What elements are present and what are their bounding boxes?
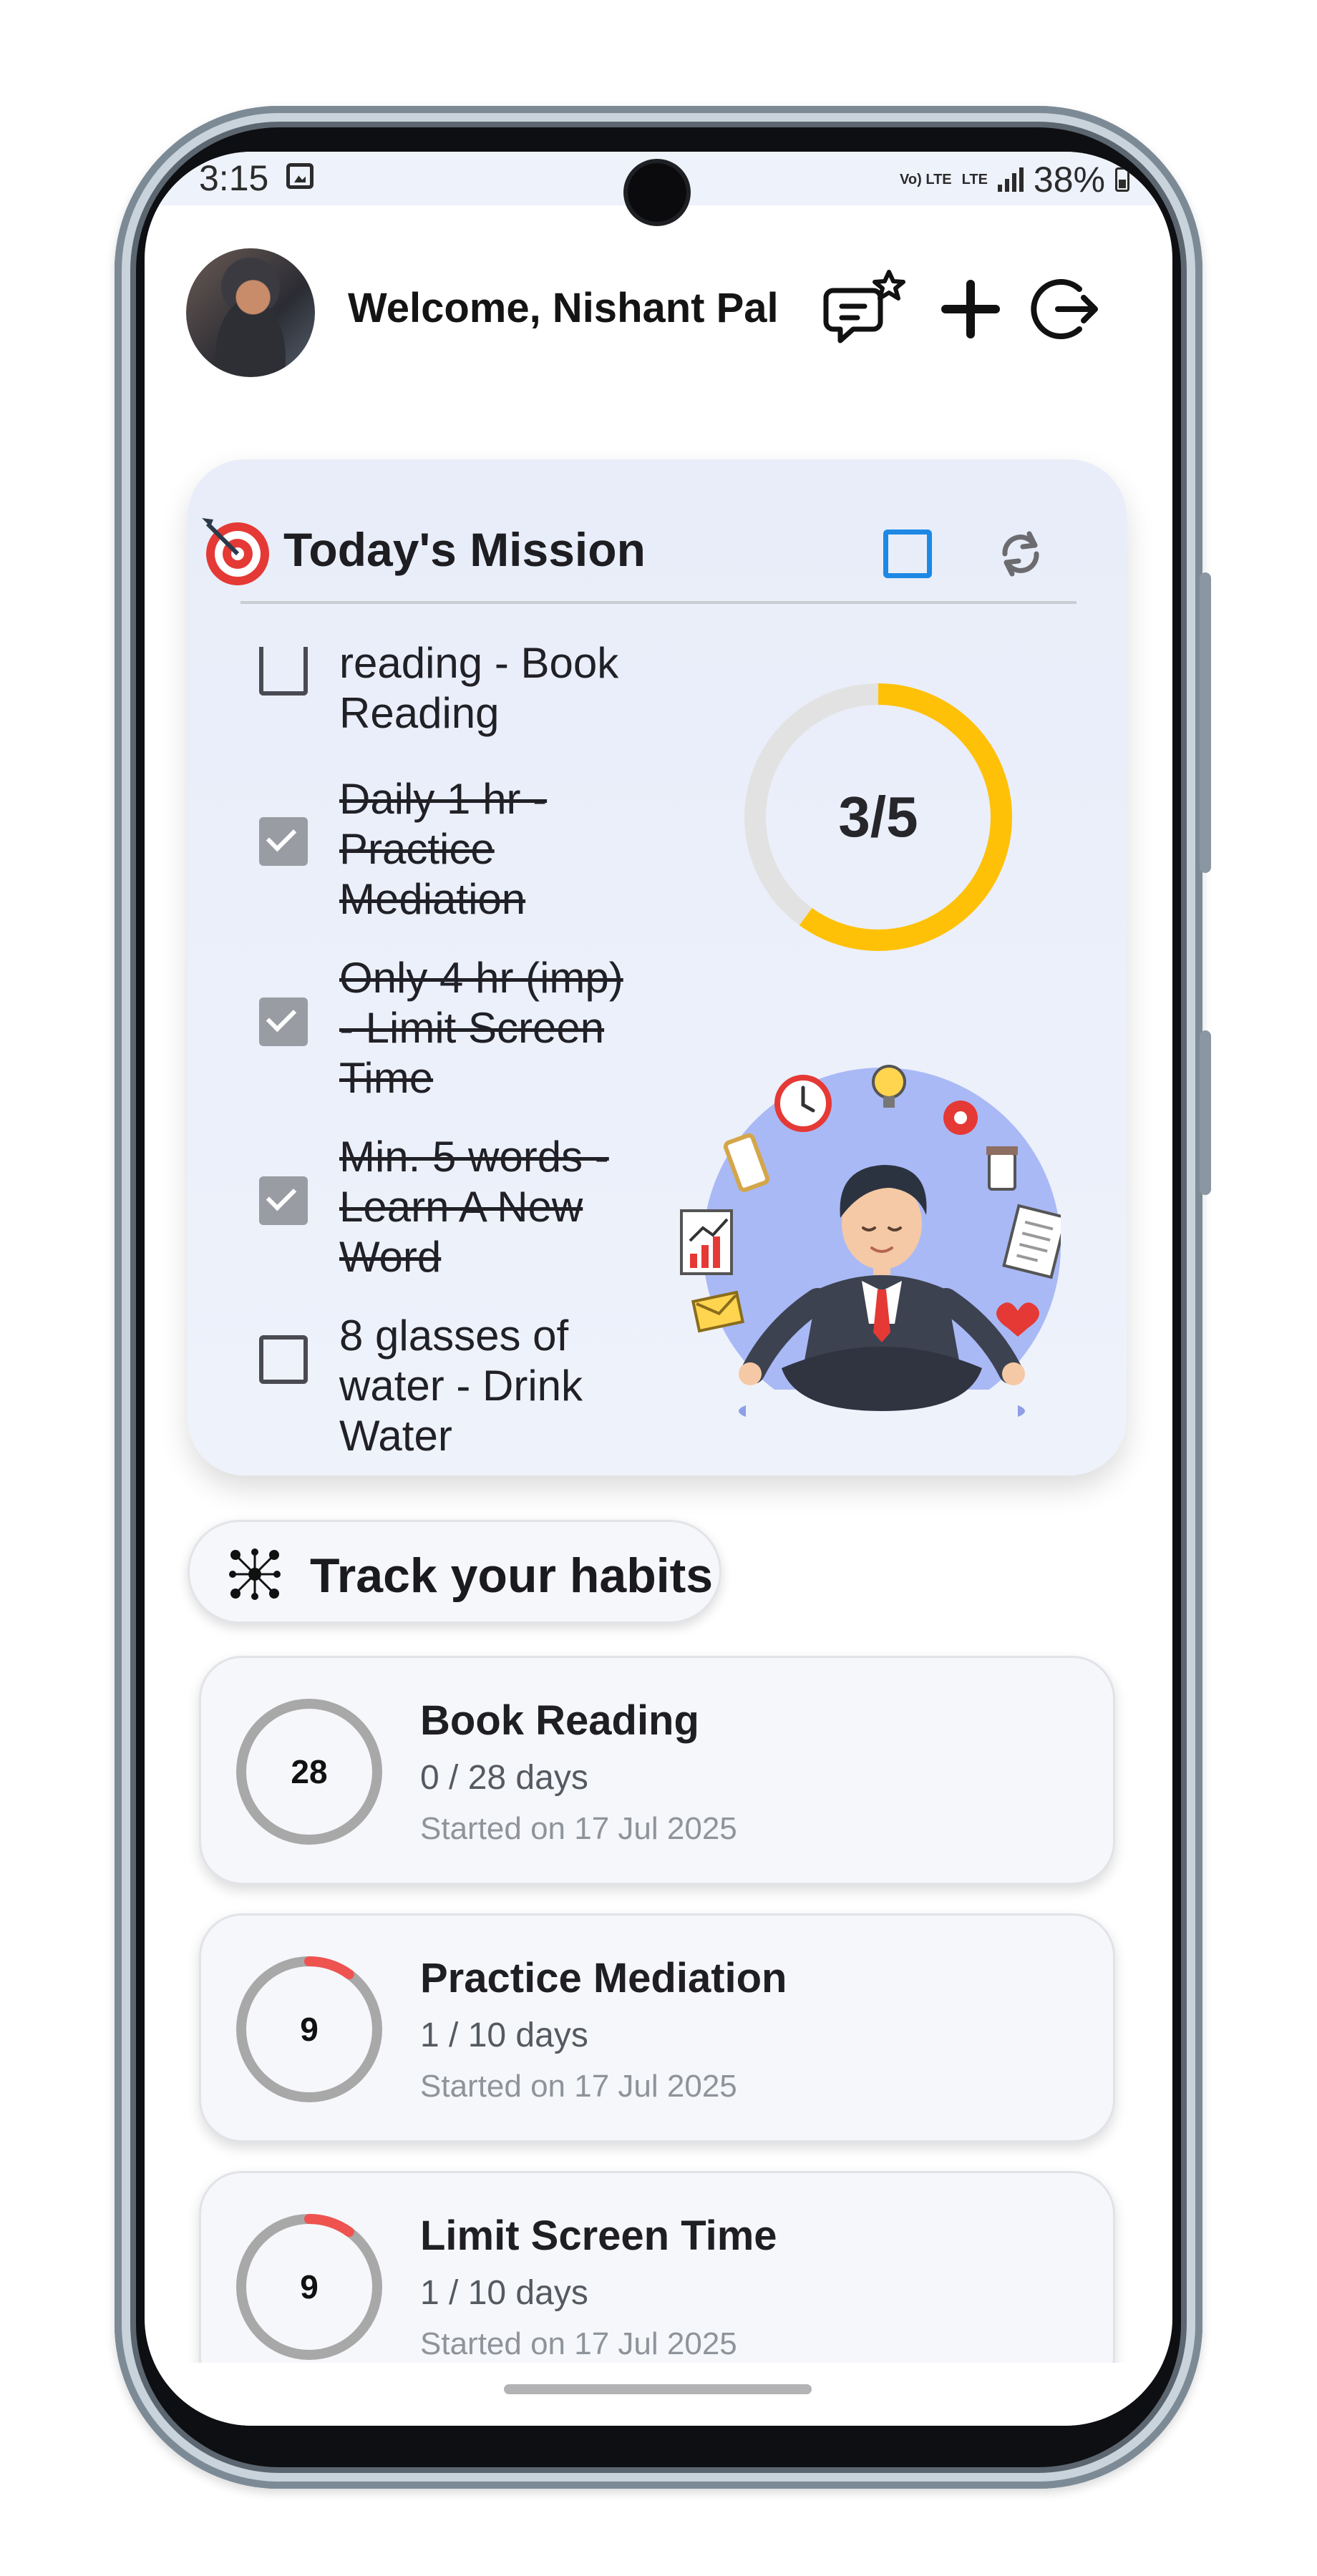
- mission-divider: [240, 601, 1077, 604]
- refresh-icon[interactable]: [992, 525, 1049, 582]
- habit-name: Book Reading: [420, 1697, 699, 1744]
- habit-count: 28: [291, 1753, 328, 1790]
- habit-name: Practice Mediation: [420, 1955, 787, 2001]
- select-all-checkbox[interactable]: [883, 530, 932, 578]
- task-checkbox[interactable]: [259, 817, 308, 866]
- app-screen: 3:15 Vo) LTE LTE 38% Welcome, Nishant Pa…: [145, 152, 1172, 2426]
- feedback-star-icon: [823, 270, 905, 343]
- habit-days: 1 / 10 days: [420, 2274, 588, 2312]
- bottom-fade: [145, 2363, 1172, 2426]
- track-habits-label: Track your habits: [310, 1548, 714, 1603]
- add-button[interactable]: [928, 266, 1014, 352]
- target-icon: [202, 518, 269, 585]
- task-checkbox[interactable]: [259, 1335, 308, 1384]
- battery-percent: 38%: [1033, 160, 1105, 200]
- volte-icon: Vo) LTE: [900, 172, 952, 187]
- habit-card[interactable]: 9 Practice Mediation 1 / 10 days Started…: [199, 1913, 1115, 2142]
- habit-started: Started on 17 Jul 2025: [420, 2326, 737, 2361]
- habit-started: Started on 17 Jul 2025: [420, 2069, 737, 2104]
- task-label: reading - Book Reading: [339, 639, 619, 737]
- mission-title: Today's Mission: [283, 523, 646, 576]
- mission-progress-text: 3/5: [838, 785, 918, 849]
- habit-count: 9: [300, 2011, 319, 2048]
- task-label: Min. 5 words - Learn A New Word: [339, 1133, 609, 1281]
- habit-started: Started on 17 Jul 2025: [420, 1811, 737, 1846]
- habit-days: 0 / 28 days: [420, 1759, 588, 1797]
- meditation-illustration: [680, 1065, 1061, 1425]
- battery-icon: [1115, 167, 1129, 192]
- user-avatar[interactable]: [186, 248, 315, 377]
- status-time: 3:15: [199, 158, 269, 198]
- track-habits-pill[interactable]: Track your habits: [188, 1520, 721, 1624]
- feedback-button[interactable]: [823, 266, 909, 352]
- phone-side-button: [1200, 1030, 1211, 1195]
- plus-icon: [941, 280, 1000, 338]
- welcome-text: Welcome, Nishant Pal: [348, 285, 779, 331]
- task-label: 8 glasses of water - Drink Water: [339, 1312, 583, 1460]
- lte-icon: LTE: [961, 172, 988, 187]
- logout-icon: [1031, 279, 1098, 339]
- habit-days: 1 / 10 days: [420, 2016, 588, 2054]
- habits-network-icon: [229, 1548, 281, 1600]
- gallery-notification-icon: [286, 163, 314, 189]
- task-label: Daily 1 hr - Practice Mediation: [339, 775, 548, 923]
- habit-name: Limit Screen Time: [420, 2212, 777, 2259]
- logout-button[interactable]: [1022, 266, 1108, 352]
- gesture-nav-handle[interactable]: [504, 2384, 812, 2394]
- task-checkbox[interactable]: [259, 647, 308, 696]
- task-checkbox[interactable]: [259, 1176, 308, 1225]
- phone-side-button: [1200, 572, 1211, 873]
- task-label: Only 4 hr (imp) - Limit Screen Time: [339, 954, 623, 1102]
- front-camera: [628, 163, 686, 222]
- habit-card[interactable]: 28 Book Reading 0 / 28 days Started on 1…: [199, 1656, 1115, 1885]
- task-checkbox[interactable]: [259, 997, 308, 1046]
- habit-count: 9: [300, 2268, 319, 2306]
- signal-icon: [997, 167, 1024, 192]
- mission-task-list: reading - Book Reading Daily 1 hr - Prac…: [245, 624, 631, 1461]
